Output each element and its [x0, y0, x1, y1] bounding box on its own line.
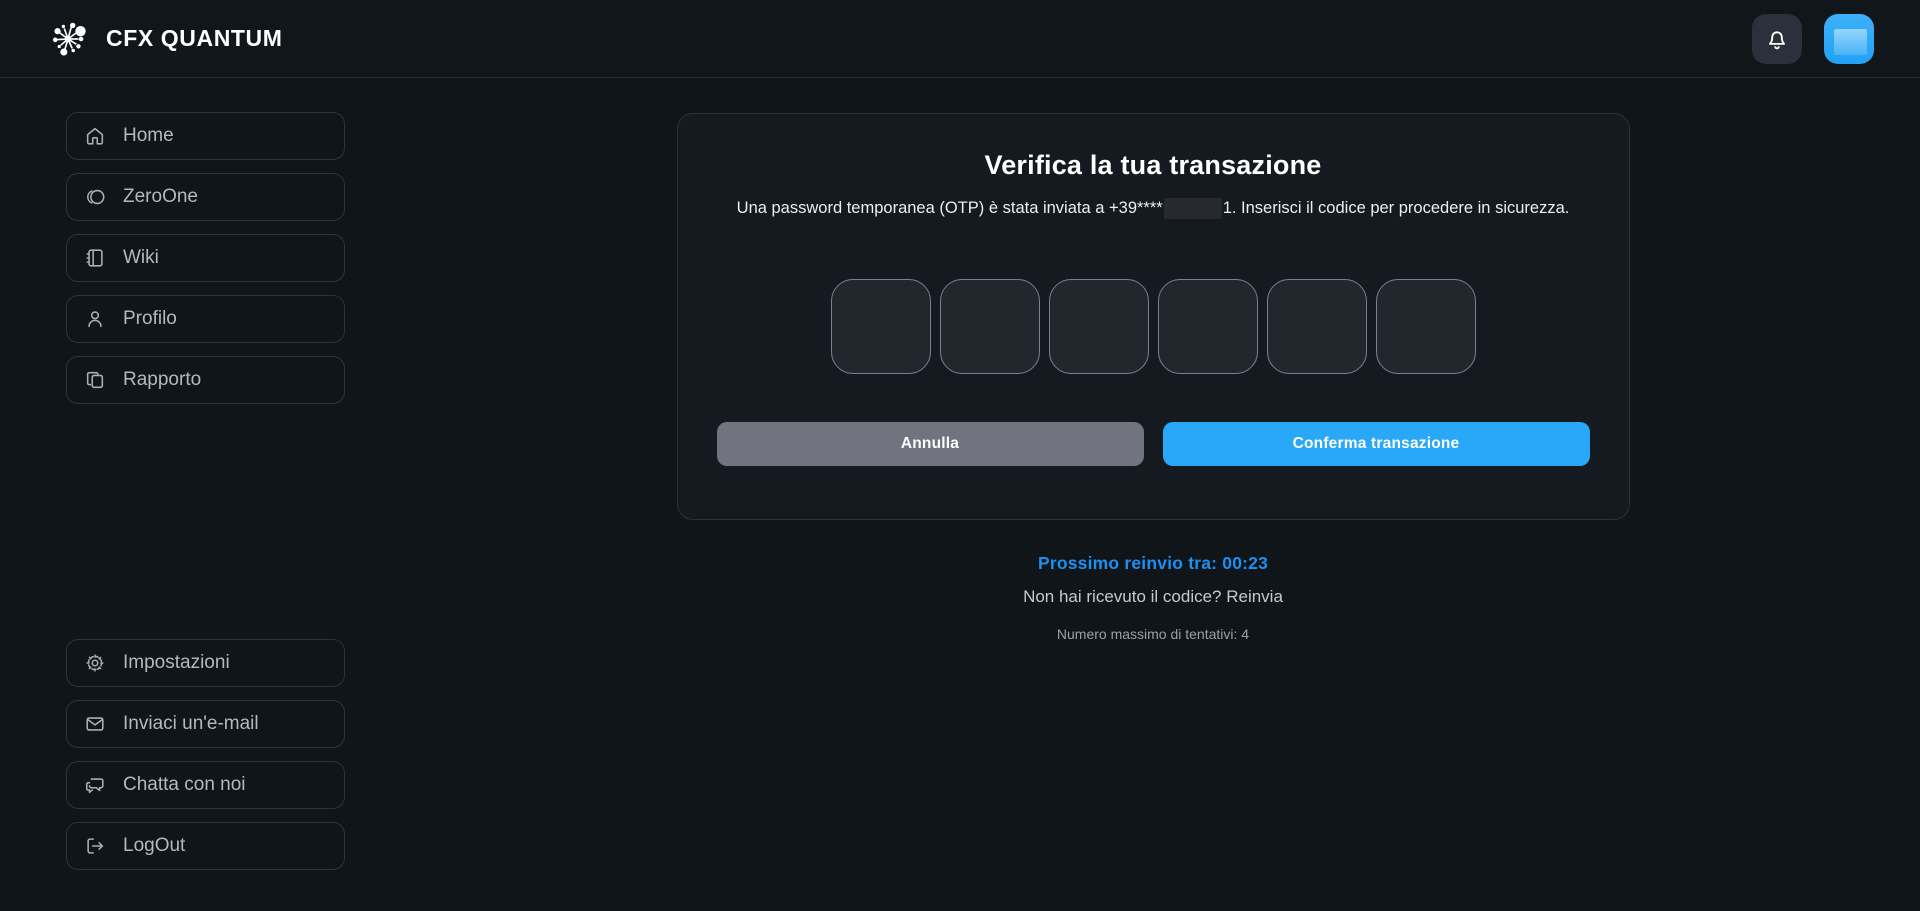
gear-icon — [83, 652, 107, 674]
otp-input-2[interactable] — [939, 279, 1040, 374]
otp-verification-card: Verifica la tua transazione Una password… — [676, 113, 1630, 520]
sidebar-item-wiki[interactable]: Wiki — [66, 234, 345, 282]
sidebar-item-home[interactable]: Home — [66, 112, 345, 160]
home-icon — [83, 125, 107, 147]
main-content: Verifica la tua transazione Una password… — [346, 78, 1920, 911]
notifications-button[interactable] — [1752, 13, 1802, 64]
otp-input-4[interactable] — [1157, 279, 1258, 374]
notebook-icon — [83, 247, 107, 269]
sidebar-item-label: Rapporto — [123, 369, 202, 390]
resend-countdown: Prossimo reinvio tra: 00:23 — [1037, 553, 1269, 573]
resend-block: Prossimo reinvio tra: 00:23 Non hai rice… — [1023, 553, 1283, 642]
otp-description-prefix: Una password temporanea (OTP) è stata in… — [736, 198, 1163, 217]
logout-icon — [83, 835, 107, 857]
otp-input-group — [830, 279, 1476, 374]
sidebar-item-logout[interactable]: LogOut — [66, 822, 345, 870]
confirm-transaction-button[interactable]: Conferma transazione — [1162, 422, 1590, 466]
sidebar-item-label: Impostazioni — [123, 652, 230, 673]
otp-input-1[interactable] — [830, 279, 931, 374]
brand: CFX QUANTUM — [44, 15, 283, 63]
brand-title: CFX QUANTUM — [106, 25, 283, 51]
avatar-image — [1834, 28, 1867, 55]
otp-description-suffix: 1. Inserisci il codice per procedere in … — [1222, 198, 1570, 217]
coin-icon — [83, 186, 107, 208]
user-icon — [83, 308, 107, 330]
sidebar-item-label: ZeroOne — [123, 186, 198, 207]
sidebar-item-label: Chatta con noi — [123, 774, 246, 795]
max-attempts-text: Numero massimo di tentativi: 4 — [1056, 626, 1250, 642]
sidebar-item-profilo[interactable]: Profilo — [66, 295, 345, 343]
otp-input-6[interactable] — [1375, 279, 1476, 374]
sidebar-item-impostazioni[interactable]: Impostazioni — [66, 639, 345, 687]
sidebar-item-rapporto[interactable]: Rapporto — [66, 356, 345, 404]
sidebar-item-label: Wiki — [123, 247, 159, 268]
envelope-icon — [83, 713, 107, 735]
otp-input-5[interactable] — [1266, 279, 1367, 374]
phone-number-redaction — [1163, 198, 1222, 219]
otp-input-3[interactable] — [1048, 279, 1149, 374]
sidebar-item-label: LogOut — [123, 835, 186, 856]
sidebar-item-label: Home — [123, 125, 174, 146]
sidebar-item-zeroone[interactable]: ZeroOne — [66, 173, 345, 221]
resend-link[interactable]: Non hai ricevuto il codice? Reinvia — [1023, 587, 1283, 607]
sidebar-item-label: Inviaci un'e-mail — [123, 713, 259, 734]
sidebar-item-label: Profilo — [123, 308, 177, 329]
bell-icon — [1764, 26, 1790, 52]
copy-pages-icon — [83, 369, 107, 391]
cancel-button[interactable]: Annulla — [716, 422, 1144, 466]
sidebar: Home ZeroOne Wiki Profilo Rapporto Impos… — [0, 78, 346, 911]
chat-bubbles-icon — [83, 774, 107, 796]
cfx-network-logo-icon — [44, 15, 92, 63]
otp-card-title: Verifica la tua transazione — [984, 150, 1322, 180]
sidebar-item-email[interactable]: Inviaci un'e-mail — [66, 700, 345, 748]
app-header: CFX QUANTUM — [0, 0, 1920, 78]
sidebar-item-chat[interactable]: Chatta con noi — [66, 761, 345, 809]
user-avatar[interactable] — [1824, 13, 1874, 64]
otp-card-description: Una password temporanea (OTP) è stata in… — [736, 198, 1570, 219]
